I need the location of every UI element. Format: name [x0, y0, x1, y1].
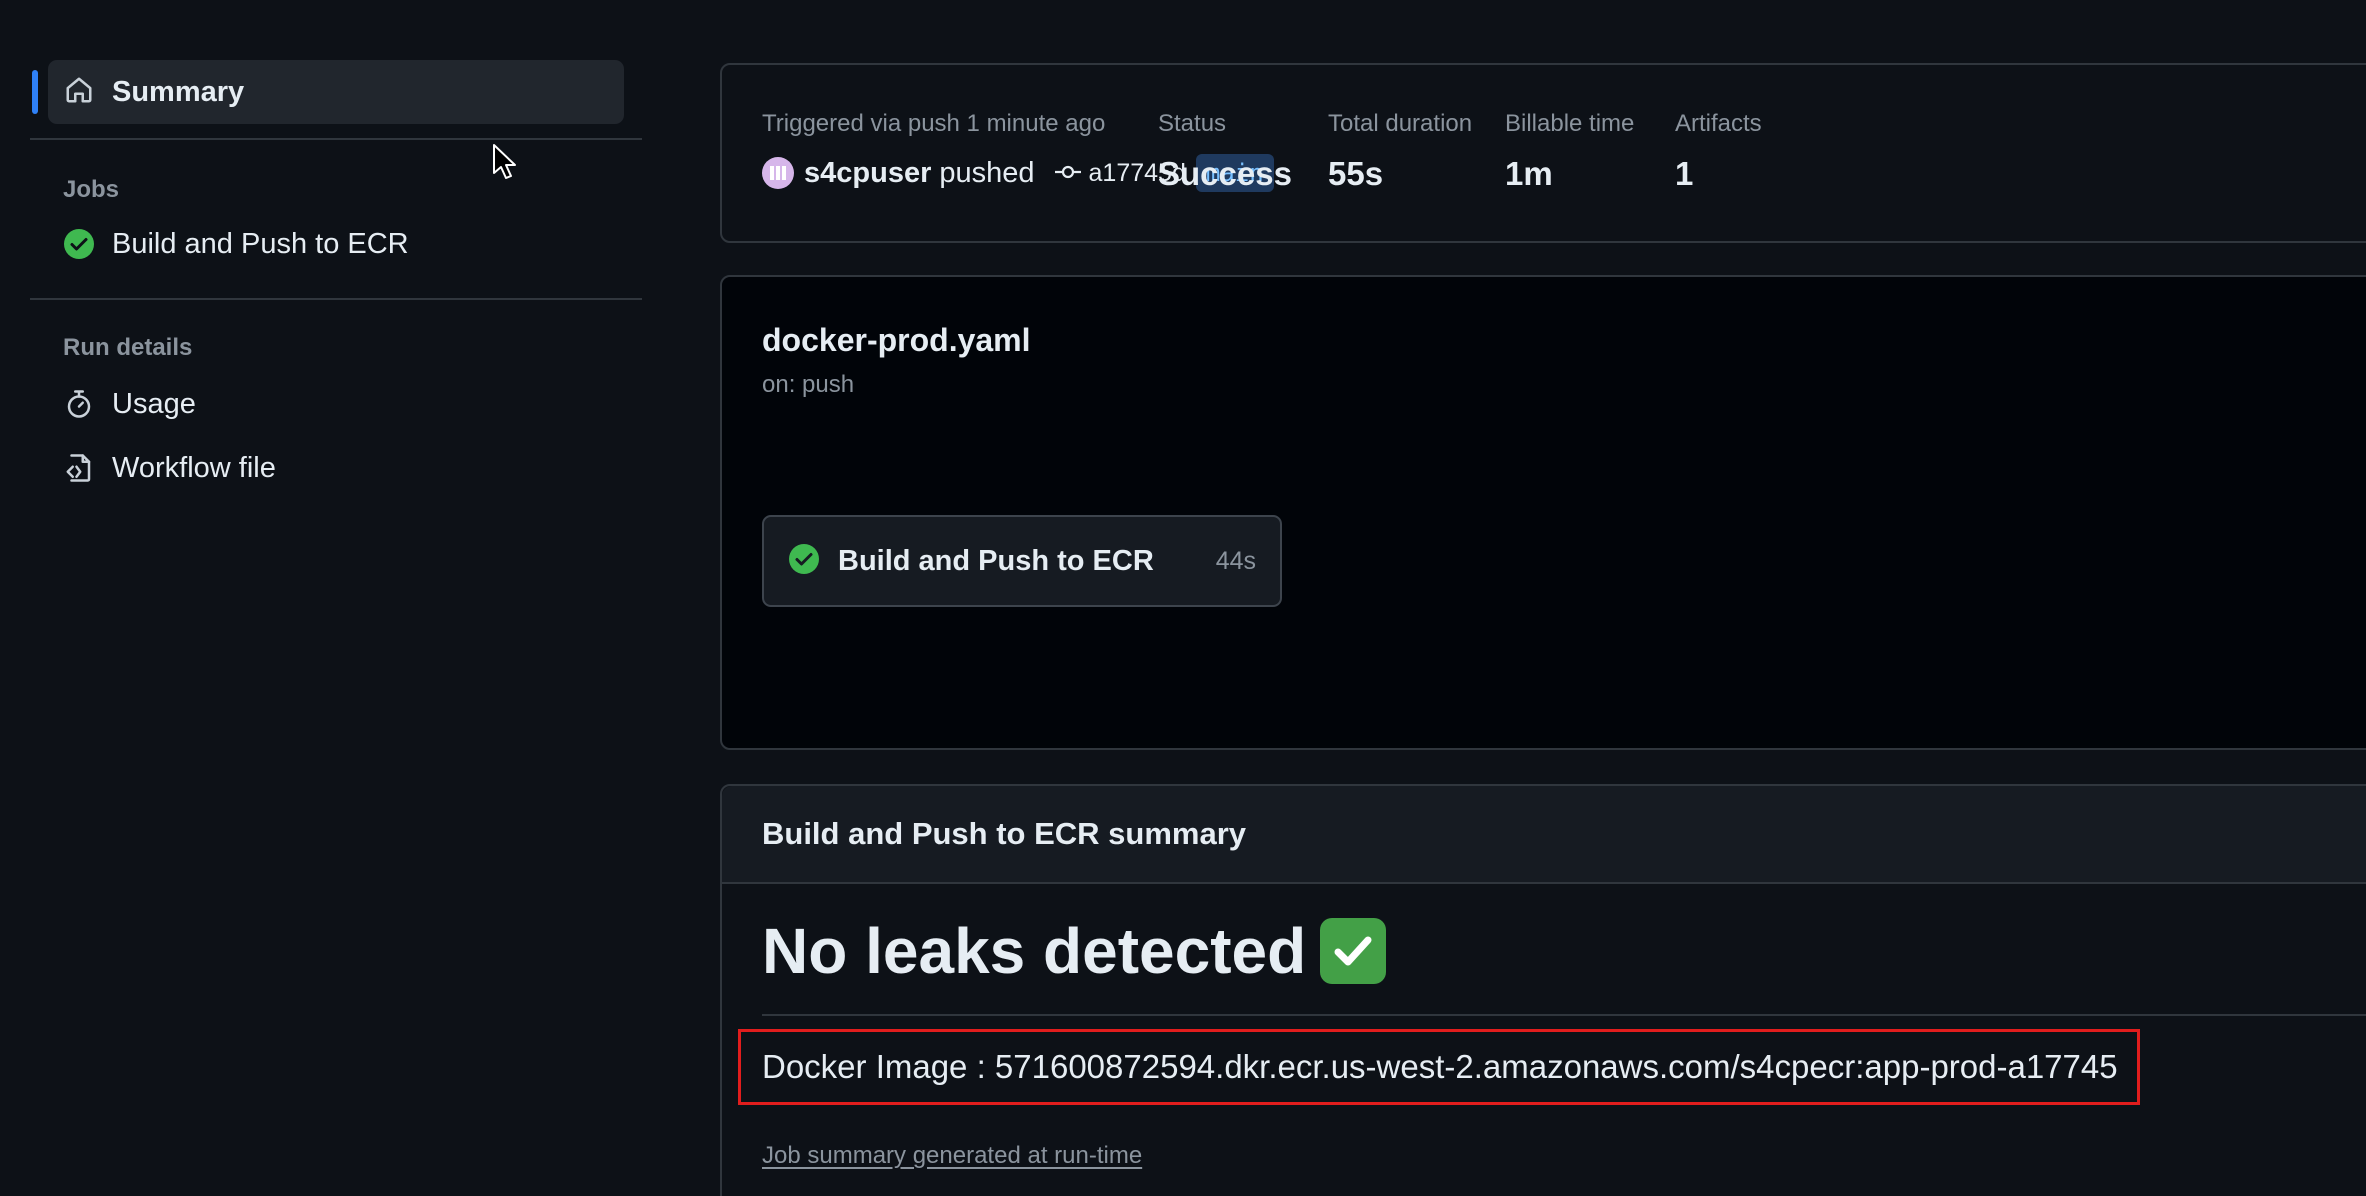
jobs-section-title: Jobs [63, 176, 120, 203]
artifacts-label: Artifacts [1675, 110, 1762, 137]
active-indicator [32, 70, 38, 114]
sidebar: Summary Jobs Build and Push to ECR Run d… [30, 60, 642, 496]
workflow-graph-panel: docker-prod.yaml on: push Build and Push… [720, 275, 2366, 750]
docker-image-text: Docker Image : 571600872594.dkr.ecr.us-w… [762, 1048, 2118, 1085]
job-name: Build and Push to ECR [838, 544, 1154, 577]
mouse-cursor-icon [492, 143, 518, 186]
docker-image-highlight: Docker Image : 571600872594.dkr.ecr.us-w… [738, 1029, 2140, 1105]
duration-value: 55s [1328, 155, 1384, 192]
check-mark-icon [1320, 918, 1387, 984]
duration-label: Total duration [1328, 110, 1473, 137]
sidebar-item-label: Summary [112, 75, 245, 108]
workflow-event: on: push [762, 371, 855, 398]
sidebar-item-label: Usage [112, 387, 196, 420]
sidebar-item-label: Workflow file [112, 451, 276, 484]
sidebar-item-summary[interactable]: Summary [32, 60, 624, 124]
home-icon [64, 75, 94, 110]
job-summary-panel: Build and Push to ECR summary No leaks d… [720, 784, 2366, 1196]
summary-heading-row: No leaks detected [762, 914, 1387, 988]
job-duration: 44s [1215, 546, 1256, 575]
file-code-icon [63, 452, 95, 484]
run-details-section-title: Run details [63, 334, 193, 361]
summary-heading: No leaks detected [762, 915, 1307, 987]
divider [30, 298, 642, 300]
job-summary-header: Build and Push to ECR summary [722, 786, 2366, 884]
triggered-text: Triggered via push 1 minute ago [762, 110, 1106, 137]
sidebar-item-job[interactable]: Build and Push to ECR [63, 216, 642, 272]
git-commit-icon [1054, 159, 1081, 188]
run-summary-panel: Triggered via push 1 minute ago s4cpuser… [720, 63, 2366, 243]
actor-link[interactable]: s4cpuser [804, 157, 931, 190]
workflow-name: docker-prod.yaml [762, 322, 1031, 358]
avatar[interactable] [762, 157, 794, 189]
job-card[interactable]: Build and Push to ECR 44s [762, 515, 1282, 607]
billable-value: 1m [1505, 155, 1553, 192]
billable-label: Billable time [1505, 110, 1635, 137]
stopwatch-icon [63, 388, 95, 420]
divider [30, 138, 642, 140]
page: Summary Jobs Build and Push to ECR Run d… [0, 0, 2366, 1196]
check-circle-icon [63, 228, 95, 260]
sidebar-item-workflow-file[interactable]: Workflow file [63, 440, 642, 496]
artifacts-value[interactable]: 1 [1675, 155, 1693, 193]
check-circle-icon [788, 543, 820, 580]
sidebar-item-usage[interactable]: Usage [63, 376, 642, 432]
job-summary-footer-link[interactable]: Job summary generated at run-time [762, 1142, 1142, 1170]
sidebar-item-label: Build and Push to ECR [112, 227, 409, 260]
action-text: pushed [939, 156, 1035, 189]
divider [762, 1014, 2366, 1016]
status-label: Status [1158, 110, 1227, 137]
job-summary-title: Build and Push to ECR summary [762, 816, 1247, 851]
status-value: Success [1158, 155, 1292, 192]
